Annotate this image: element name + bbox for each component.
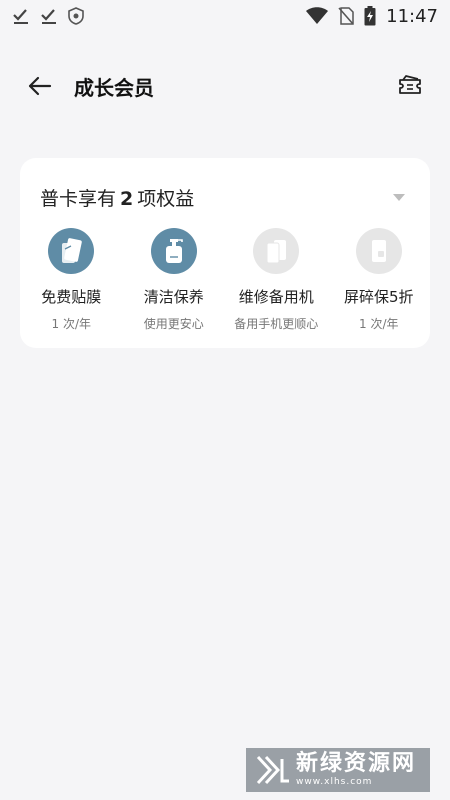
benefit-name: 免费贴膜: [41, 288, 102, 306]
status-bar: 11:47: [0, 0, 450, 32]
benefit-sub: 使用更安心: [143, 317, 204, 331]
watermark-text: 新绿资源网 www.xlhs.com: [296, 753, 416, 787]
status-time: 11:47: [386, 5, 438, 27]
benefit-sub: 1 次/年: [51, 317, 92, 331]
watermark: 新绿资源网 www.xlhs.com: [246, 748, 430, 792]
benefit-name: 清洁保养: [143, 288, 204, 306]
benefits-header: 普卡享有 2 项权益: [40, 184, 194, 211]
back-button[interactable]: [26, 72, 54, 100]
benefit-free-film[interactable]: 免费贴膜 1 次/年: [20, 228, 123, 332]
benefits-card: 普卡享有 2 项权益 免费贴膜 1 次/年 清洁保养 使用更安心 维修备用机 备用手…: [20, 158, 430, 348]
header-suffix: 项权益: [137, 188, 195, 210]
coupon-button[interactable]: [396, 72, 424, 100]
back-arrow-icon: [28, 76, 52, 96]
shield-icon: [68, 7, 84, 25]
cleaning-bottle-icon: [150, 228, 197, 274]
check-download-icon: [40, 7, 58, 25]
benefit-name: 维修备用机: [238, 288, 314, 306]
ticket-icon: [399, 75, 421, 94]
battery-charging-icon: [364, 6, 376, 26]
wifi-icon: [306, 7, 329, 25]
triangle-down-icon: [393, 194, 405, 201]
phone-film-icon: [48, 228, 95, 274]
benefit-cleaning[interactable]: 清洁保养 使用更安心: [123, 228, 226, 332]
watermark-url: www.xlhs.com: [296, 777, 373, 787]
no-sim-icon: [338, 7, 354, 25]
page-title: 成长会员: [74, 76, 154, 100]
header-prefix: 普卡享有: [40, 188, 117, 210]
check-download-icon: [12, 7, 30, 25]
benefits-list: 免费贴膜 1 次/年 清洁保养 使用更安心 维修备用机 备用手机更顺心 屏碎保5…: [20, 228, 430, 332]
watermark-title: 新绿资源网: [296, 751, 417, 776]
backup-phone-icon: [253, 228, 300, 274]
xl-logo-icon: [256, 755, 289, 785]
benefit-sub: 备用手机更顺心: [234, 317, 319, 331]
expand-button[interactable]: [392, 189, 406, 201]
screen-protect-icon: [355, 228, 402, 274]
benefit-name: 屏碎保5折: [343, 288, 414, 306]
benefit-screen-discount[interactable]: 屏碎保5折 1 次/年: [328, 228, 431, 332]
status-left: [12, 7, 84, 25]
benefit-backup-phone[interactable]: 维修备用机 备用手机更顺心: [225, 228, 328, 332]
app-bar: 成长会员: [0, 62, 450, 110]
benefit-sub: 1 次/年: [359, 317, 399, 331]
status-right: 11:47: [306, 6, 438, 27]
benefit-count: 2: [120, 188, 134, 210]
